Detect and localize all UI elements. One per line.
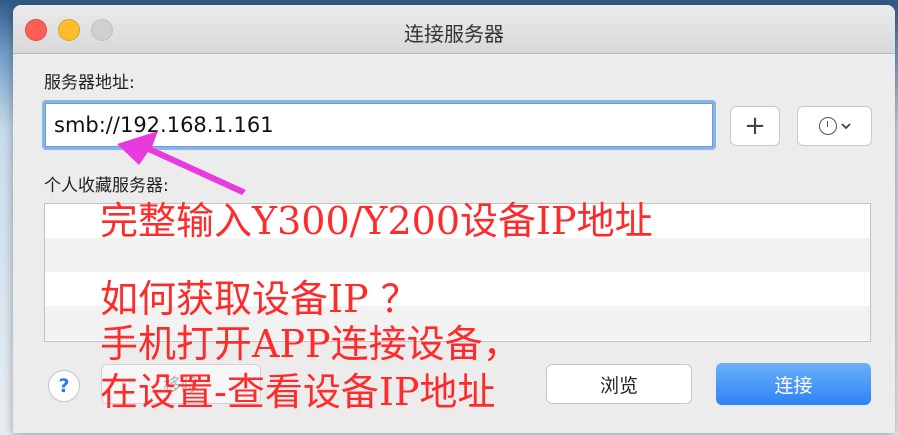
annotation-line-2: 如何获取设备IP ？ <box>100 277 419 321</box>
annotation-line-4: 在设置-查看设备IP地址 <box>100 370 496 414</box>
annotation-line-1: 完整输入Y300/Y200设备IP地址 <box>100 199 653 243</box>
annotation-line-3: 手机打开APP连接设备， <box>100 322 521 366</box>
